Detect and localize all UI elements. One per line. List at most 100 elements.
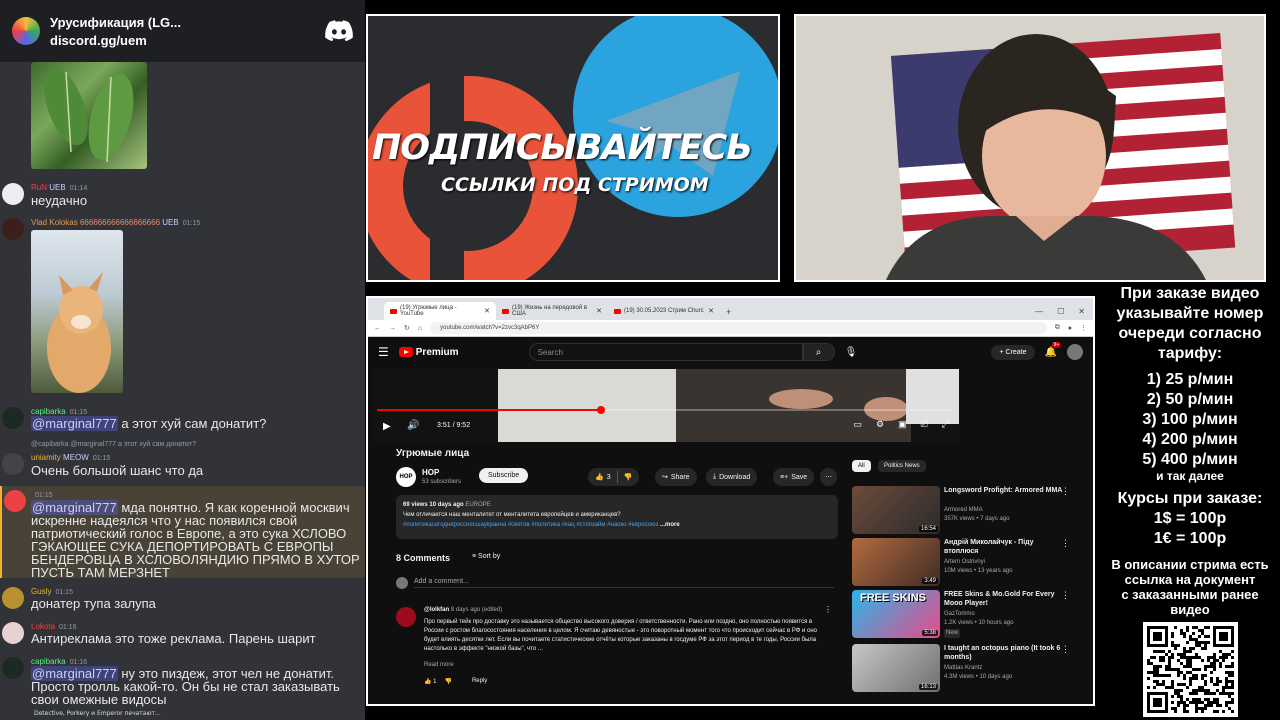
close-tab-icon[interactable]: ✕: [596, 307, 602, 315]
username[interactable]: Gusly 01:15: [31, 587, 73, 596]
price-tier: 5) 400 р/мин: [1142, 451, 1238, 468]
username[interactable]: capibarka 01:16: [31, 657, 87, 666]
username[interactable]: RuN UEB 01:14: [31, 183, 87, 192]
sort-by-button[interactable]: ≡ Sort by: [472, 553, 500, 560]
discord-logo-icon: [325, 20, 353, 42]
download-button[interactable]: ⤓ Download: [706, 468, 758, 486]
fullscreen-icon[interactable]: ⤢: [942, 419, 949, 430]
video-menu-icon[interactable]: ⋮: [1061, 538, 1070, 549]
video-thumbnail[interactable]: FREE SKINS 5:38: [852, 590, 940, 638]
message-text: донатер тупа залупа: [31, 596, 156, 611]
new-tab-button[interactable]: +: [720, 307, 737, 320]
volume-icon[interactable]: 🔊: [407, 420, 419, 431]
progress-bar-track[interactable]: [377, 406, 952, 414]
close-tab-icon[interactable]: ✕: [708, 307, 714, 315]
comment-author[interactable]: @lolkfan: [424, 607, 449, 613]
username[interactable]: Lokota 01:16: [31, 622, 77, 631]
video-time: 3:51 / 9:52: [437, 422, 471, 429]
username[interactable]: uniamity MEOW 01:15: [31, 453, 110, 462]
related-video-title[interactable]: Longsword Profight: Armored MMA: [944, 486, 1064, 495]
description-hashtags[interactable]: #политикасегодняроссиясшаукраина #светов…: [403, 522, 658, 528]
video-menu-icon[interactable]: ⋮: [1061, 590, 1070, 601]
extensions-icon[interactable]: ⧉: [1055, 324, 1060, 332]
notifications-icon[interactable]: 🔔 9+: [1045, 341, 1062, 358]
play-icon[interactable]: ▶: [383, 421, 391, 432]
url-field[interactable]: youtube.com/watch?v=2zvc3qAbP6Y: [430, 322, 1047, 334]
more-link[interactable]: ...more: [660, 522, 680, 528]
related-video[interactable]: 3:49 Андрій Миколайчук - Піду втоплюся A…: [852, 538, 1092, 588]
search-input[interactable]: Search: [528, 343, 803, 361]
related-video[interactable]: 16:13 I taught an octopus piano (It took…: [852, 644, 1092, 694]
read-more-link[interactable]: Read more: [424, 662, 454, 668]
description-text: Чем отличается наш менталитет от ментали…: [403, 512, 621, 518]
hamburger-menu-icon[interactable]: ☰: [378, 345, 389, 359]
channel-avatar[interactable]: HOP: [396, 467, 416, 487]
subtitles-icon[interactable]: ▭: [853, 419, 862, 430]
forward-icon[interactable]: →: [389, 325, 396, 332]
video-menu-icon[interactable]: ⋮: [1061, 486, 1070, 497]
message-text: Антиреклама это тоже реклама. Парень шар…: [31, 631, 316, 646]
comment-like-icon[interactable]: 👍 1: [424, 678, 436, 685]
more-actions-button[interactable]: ⋯: [820, 468, 837, 486]
video-description[interactable]: 69 views 10 days ago EUROPE Чем отличает…: [396, 495, 838, 539]
microphone-icon[interactable]: 🎙: [845, 347, 858, 358]
thumbs-down-icon[interactable]: 👎: [624, 473, 633, 481]
comment-more-icon[interactable]: ⋮: [824, 605, 832, 614]
channel-name[interactable]: HOP: [422, 468, 439, 477]
youtube-header: ☰ Premium Search ⌕ 🎙 + Create 🔔 9+: [368, 337, 1093, 367]
browser-tab[interactable]: (19) 30.05.2023 Стрим Сhurc ✕: [608, 302, 720, 320]
video-player[interactable]: ▶ 🔊 3:51 / 9:52 ▭ ⚙ ▣ ⎚ ⤢: [371, 369, 959, 442]
browser-tab[interactable]: (19) Жизнь на передовой в США ✕: [496, 302, 608, 320]
close-window-icon[interactable]: ✕: [1078, 307, 1085, 316]
attached-image-cat[interactable]: [31, 230, 123, 393]
account-avatar[interactable]: [1067, 344, 1083, 360]
maximize-icon[interactable]: ☐: [1057, 307, 1064, 316]
related-video[interactable]: 16:54 Longsword Profight: Armored MMA Ar…: [852, 486, 1092, 536]
current-user-avatar: [396, 577, 408, 589]
mention[interactable]: @marginal777: [31, 416, 118, 431]
related-video-title[interactable]: FREE Skins & Mo.Gold For Every Mooo Play…: [944, 590, 1064, 608]
username[interactable]: Vlad Kolokas 666666666666666666 UEB 01:15: [31, 218, 200, 227]
chip-all[interactable]: All: [852, 460, 871, 472]
price-tier: 2) 50 р/мин: [1146, 391, 1234, 408]
save-button[interactable]: ≡+ Save: [773, 468, 815, 486]
description-region: EUROPE: [465, 502, 491, 508]
subscriber-count: 53 subscribers: [422, 479, 462, 485]
settings-gear-icon[interactable]: ⚙: [876, 419, 884, 430]
username[interactable]: capibarka 01:15: [31, 407, 87, 416]
like-button[interactable]: 👍 3 👎: [588, 468, 640, 486]
video-thumbnail[interactable]: 16:13: [852, 644, 940, 692]
browser-tab-active[interactable]: (19) Угрюмые лица - YouTube ✕: [384, 302, 496, 320]
timestamp: 01:15: [35, 492, 53, 499]
add-comment-input[interactable]: Add a comment...: [414, 578, 834, 588]
search-icon[interactable]: ⌕: [802, 343, 835, 361]
comment-dislike-icon[interactable]: 👎: [444, 678, 451, 685]
home-icon[interactable]: ⌂: [418, 325, 422, 332]
note-line: ссылка на документ: [1124, 572, 1256, 587]
cast-icon[interactable]: ⎚: [921, 419, 928, 430]
related-video-title[interactable]: I taught an octopus piano (It took 6 mon…: [944, 644, 1064, 662]
reply-button[interactable]: Reply: [472, 678, 487, 685]
miniplayer-icon[interactable]: ▣: [898, 419, 907, 430]
create-button[interactable]: + Create: [991, 344, 1035, 360]
reply-preview[interactable]: @capibarka @marginal777 а этот хуй сам д…: [31, 441, 196, 448]
related-video-title[interactable]: Андрій Миколайчук - Піду втоплюся: [944, 538, 1064, 556]
close-tab-icon[interactable]: ✕: [484, 307, 490, 315]
youtube-logo[interactable]: Premium: [398, 347, 459, 358]
share-button[interactable]: ↪ Share: [655, 468, 697, 486]
subscribe-button[interactable]: Subscribe: [479, 468, 529, 483]
chip-politics-news[interactable]: Politics News: [878, 460, 926, 472]
back-icon[interactable]: ←: [374, 325, 381, 332]
avatar: [2, 453, 24, 475]
related-video[interactable]: FREE SKINS 5:38 FREE Skins & Mo.Gold For …: [852, 590, 1092, 640]
comment-header: @lolkfan 8 days ago (edited): [424, 607, 502, 613]
video-menu-icon[interactable]: ⋮: [1061, 644, 1070, 655]
minimize-icon[interactable]: —: [1035, 307, 1043, 316]
attached-image-leaves[interactable]: [31, 62, 147, 169]
reload-icon[interactable]: ↻: [404, 324, 410, 332]
video-thumbnail[interactable]: 3:49: [852, 538, 940, 586]
video-thumbnail[interactable]: 16:54: [852, 486, 940, 534]
profile-icon[interactable]: ●: [1068, 325, 1072, 332]
menu-icon[interactable]: ⋮: [1080, 324, 1087, 332]
comment-avatar[interactable]: [396, 607, 416, 627]
